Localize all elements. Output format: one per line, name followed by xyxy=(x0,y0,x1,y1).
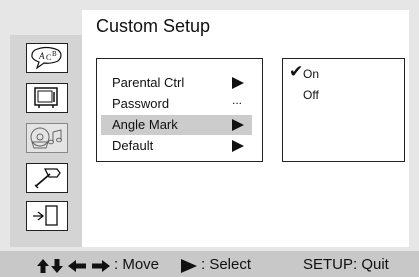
select-hint: : Select xyxy=(201,256,252,273)
menu-item-label: Angle Mark xyxy=(112,117,178,132)
checkmark-icon: ✔ xyxy=(289,62,304,81)
category-rail: A C B xyxy=(10,35,82,247)
option-off[interactable]: Off xyxy=(303,88,319,102)
menu-item-label: Parental Ctrl xyxy=(112,75,185,90)
setup-screen: A C B Custom Setup Parental Ctrl Passwor… xyxy=(0,0,419,277)
menu-item-label: Default xyxy=(112,138,154,153)
move-hint: : Move xyxy=(114,256,160,273)
quit-hint: SETUP: Quit xyxy=(303,256,389,273)
footer-hint-bar: : Move : Select SETUP: Quit xyxy=(0,251,419,277)
menu-item-label: Password xyxy=(112,96,170,111)
language-icon[interactable]: A C B xyxy=(26,43,68,73)
video-icon[interactable] xyxy=(26,83,68,113)
password-indicator: ... xyxy=(231,93,242,107)
menu-item-default[interactable]: Default xyxy=(101,136,252,156)
menu-item-angle-mark[interactable]: Angle Mark xyxy=(101,115,252,135)
menu-item-password[interactable]: Password ... xyxy=(101,93,252,114)
svg-text:A: A xyxy=(38,51,45,61)
setup-menu: Parental Ctrl Password ... Angle Mark De… xyxy=(96,58,263,162)
arrow-right-icon xyxy=(232,119,244,131)
play-arrow-icon xyxy=(181,259,197,273)
option-on[interactable]: On xyxy=(303,67,319,81)
svg-text:B: B xyxy=(52,50,57,58)
arrow-right-icon xyxy=(232,77,244,89)
svg-text:C: C xyxy=(46,53,51,62)
arrow-right-icon xyxy=(232,140,244,152)
menu-item-parental-ctrl[interactable]: Parental Ctrl xyxy=(101,73,252,93)
page-title: Custom Setup xyxy=(96,16,211,36)
exit-icon[interactable] xyxy=(26,201,68,231)
setup-panel: Custom Setup Parental Ctrl Password ... … xyxy=(82,10,409,247)
arrow-keys-icon xyxy=(37,259,110,273)
audio-icon[interactable] xyxy=(26,123,68,153)
angle-mark-submenu: ✔ On Off xyxy=(282,58,405,162)
tools-icon[interactable] xyxy=(26,163,68,193)
